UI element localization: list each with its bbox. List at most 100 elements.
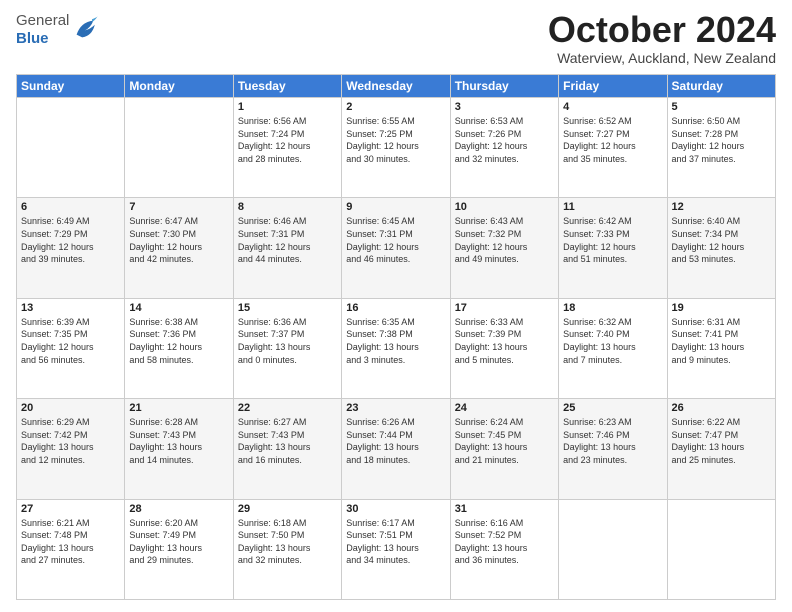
day-info: Sunrise: 6:35 AM Sunset: 7:38 PM Dayligh… xyxy=(346,316,445,366)
day-number: 24 xyxy=(455,402,554,414)
day-info: Sunrise: 6:20 AM Sunset: 7:49 PM Dayligh… xyxy=(129,517,228,567)
table-row: 23 Sunrise: 6:26 AM Sunset: 7:44 PM Dayli… xyxy=(342,399,450,499)
day-info: Sunrise: 6:42 AM Sunset: 7:33 PM Dayligh… xyxy=(563,215,662,265)
table-row: 31Sunrise: 6:16 AM Sunset: 7:52 PM Dayli… xyxy=(450,499,558,599)
logo-general: General xyxy=(16,12,69,30)
table-row: 12Sunrise: 6:40 AM Sunset: 7:34 PM Dayli… xyxy=(667,198,775,298)
day-info: Sunrise: 6:21 AM Sunset: 7:48 PM Dayligh… xyxy=(21,517,120,567)
day-number: 1 xyxy=(238,101,337,113)
day-number: 21 xyxy=(129,402,228,414)
day-number: 28 xyxy=(129,503,228,515)
table-row: 9 Sunrise: 6:45 AM Sunset: 7:31 PM Daylig… xyxy=(342,198,450,298)
calendar-week-row: 20Sunrise: 6:29 AM Sunset: 7:42 PM Dayli… xyxy=(17,399,776,499)
header-wednesday: Wednesday xyxy=(342,75,450,98)
table-row: 27 Sunrise: 6:21 AM Sunset: 7:48 PM Dayli… xyxy=(17,499,125,599)
day-info: Sunrise: 6:17 AM Sunset: 7:51 PM Dayligh… xyxy=(346,517,445,567)
table-row: 21 Sunrise: 6:28 AM Sunset: 7:43 PM Dayli… xyxy=(125,399,233,499)
day-info: Sunrise: 6:56 AM Sunset: 7:24 PM Dayligh… xyxy=(238,115,337,165)
header-friday: Friday xyxy=(559,75,667,98)
day-info: Sunrise: 6:26 AM Sunset: 7:44 PM Dayligh… xyxy=(346,416,445,466)
day-number: 6 xyxy=(21,201,120,213)
header-sunday: Sunday xyxy=(17,75,125,98)
day-info: Sunrise: 6:40 AM Sunset: 7:34 PM Dayligh… xyxy=(672,215,771,265)
day-info: Sunrise: 6:52 AM Sunset: 7:27 PM Dayligh… xyxy=(563,115,662,165)
table-row: 4 Sunrise: 6:52 AM Sunset: 7:27 PM Daylig… xyxy=(559,98,667,198)
day-number: 10 xyxy=(455,201,554,213)
day-number: 19 xyxy=(672,302,771,314)
table-row: 30 Sunrise: 6:17 AM Sunset: 7:51 PM Dayli… xyxy=(342,499,450,599)
table-row: 28 Sunrise: 6:20 AM Sunset: 7:49 PM Dayli… xyxy=(125,499,233,599)
day-number: 30 xyxy=(346,503,445,515)
day-info: Sunrise: 6:28 AM Sunset: 7:43 PM Dayligh… xyxy=(129,416,228,466)
day-number: 8 xyxy=(238,201,337,213)
day-number: 3 xyxy=(455,101,554,113)
day-info: Sunrise: 6:55 AM Sunset: 7:25 PM Dayligh… xyxy=(346,115,445,165)
day-info: Sunrise: 6:47 AM Sunset: 7:30 PM Dayligh… xyxy=(129,215,228,265)
day-info: Sunrise: 6:24 AM Sunset: 7:45 PM Dayligh… xyxy=(455,416,554,466)
table-row: 24 Sunrise: 6:24 AM Sunset: 7:45 PM Dayli… xyxy=(450,399,558,499)
logo-blue: Blue xyxy=(16,30,69,48)
table-row: 22Sunrise: 6:27 AM Sunset: 7:43 PM Dayli… xyxy=(233,399,341,499)
day-info: Sunrise: 6:49 AM Sunset: 7:29 PM Dayligh… xyxy=(21,215,120,265)
calendar-week-row: 6 Sunrise: 6:49 AM Sunset: 7:29 PM Daylig… xyxy=(17,198,776,298)
table-row: 2 Sunrise: 6:55 AM Sunset: 7:25 PM Daylig… xyxy=(342,98,450,198)
header: General Blue October 2024 Waterview, Auc… xyxy=(16,12,776,66)
table-row: 6 Sunrise: 6:49 AM Sunset: 7:29 PM Daylig… xyxy=(17,198,125,298)
day-info: Sunrise: 6:50 AM Sunset: 7:28 PM Dayligh… xyxy=(672,115,771,165)
day-number: 20 xyxy=(21,402,120,414)
page: General Blue October 2024 Waterview, Auc… xyxy=(0,0,792,612)
day-info: Sunrise: 6:16 AM Sunset: 7:52 PM Dayligh… xyxy=(455,517,554,567)
table-row: 11Sunrise: 6:42 AM Sunset: 7:33 PM Dayli… xyxy=(559,198,667,298)
table-row: 1 Sunrise: 6:56 AM Sunset: 7:24 PM Daylig… xyxy=(233,98,341,198)
day-info: Sunrise: 6:18 AM Sunset: 7:50 PM Dayligh… xyxy=(238,517,337,567)
day-number: 9 xyxy=(346,201,445,213)
header-tuesday: Tuesday xyxy=(233,75,341,98)
table-row: 25Sunrise: 6:23 AM Sunset: 7:46 PM Dayli… xyxy=(559,399,667,499)
day-number: 23 xyxy=(346,402,445,414)
day-info: Sunrise: 6:45 AM Sunset: 7:31 PM Dayligh… xyxy=(346,215,445,265)
calendar-week-row: 1 Sunrise: 6:56 AM Sunset: 7:24 PM Daylig… xyxy=(17,98,776,198)
table-row xyxy=(125,98,233,198)
table-row: 14 Sunrise: 6:38 AM Sunset: 7:36 PM Dayli… xyxy=(125,298,233,398)
day-info: Sunrise: 6:43 AM Sunset: 7:32 PM Dayligh… xyxy=(455,215,554,265)
day-info: Sunrise: 6:39 AM Sunset: 7:35 PM Dayligh… xyxy=(21,316,120,366)
day-number: 14 xyxy=(129,302,228,314)
table-row xyxy=(559,499,667,599)
table-row: 8 Sunrise: 6:46 AM Sunset: 7:31 PM Daylig… xyxy=(233,198,341,298)
day-info: Sunrise: 6:36 AM Sunset: 7:37 PM Dayligh… xyxy=(238,316,337,366)
table-row xyxy=(17,98,125,198)
table-row: 13Sunrise: 6:39 AM Sunset: 7:35 PM Dayli… xyxy=(17,298,125,398)
table-row xyxy=(667,499,775,599)
day-number: 25 xyxy=(563,402,662,414)
header-thursday: Thursday xyxy=(450,75,558,98)
day-info: Sunrise: 6:27 AM Sunset: 7:43 PM Dayligh… xyxy=(238,416,337,466)
table-row: 5 Sunrise: 6:50 AM Sunset: 7:28 PM Daylig… xyxy=(667,98,775,198)
calendar-table: Sunday Monday Tuesday Wednesday Thursday… xyxy=(16,74,776,600)
day-number: 26 xyxy=(672,402,771,414)
calendar-week-row: 27 Sunrise: 6:21 AM Sunset: 7:48 PM Dayli… xyxy=(17,499,776,599)
table-row: 7Sunrise: 6:47 AM Sunset: 7:30 PM Daylig… xyxy=(125,198,233,298)
table-row: 18Sunrise: 6:32 AM Sunset: 7:40 PM Dayli… xyxy=(559,298,667,398)
logo-bird-icon xyxy=(71,15,99,43)
title-location: Waterview, Auckland, New Zealand xyxy=(548,50,776,66)
day-number: 27 xyxy=(21,503,120,515)
calendar-week-row: 13Sunrise: 6:39 AM Sunset: 7:35 PM Dayli… xyxy=(17,298,776,398)
table-row: 26 Sunrise: 6:22 AM Sunset: 7:47 PM Dayli… xyxy=(667,399,775,499)
table-row: 20Sunrise: 6:29 AM Sunset: 7:42 PM Dayli… xyxy=(17,399,125,499)
table-row: 3Sunrise: 6:53 AM Sunset: 7:26 PM Daylig… xyxy=(450,98,558,198)
day-number: 5 xyxy=(672,101,771,113)
day-number: 2 xyxy=(346,101,445,113)
day-info: Sunrise: 6:38 AM Sunset: 7:36 PM Dayligh… xyxy=(129,316,228,366)
title-month: October 2024 xyxy=(548,12,776,48)
table-row: 15Sunrise: 6:36 AM Sunset: 7:37 PM Dayli… xyxy=(233,298,341,398)
day-number: 4 xyxy=(563,101,662,113)
day-info: Sunrise: 6:46 AM Sunset: 7:31 PM Dayligh… xyxy=(238,215,337,265)
header-saturday: Saturday xyxy=(667,75,775,98)
day-number: 16 xyxy=(346,302,445,314)
day-info: Sunrise: 6:31 AM Sunset: 7:41 PM Dayligh… xyxy=(672,316,771,366)
table-row: 16 Sunrise: 6:35 AM Sunset: 7:38 PM Dayli… xyxy=(342,298,450,398)
calendar-header-row: Sunday Monday Tuesday Wednesday Thursday… xyxy=(17,75,776,98)
logo: General Blue xyxy=(16,12,99,48)
day-info: Sunrise: 6:22 AM Sunset: 7:47 PM Dayligh… xyxy=(672,416,771,466)
header-monday: Monday xyxy=(125,75,233,98)
